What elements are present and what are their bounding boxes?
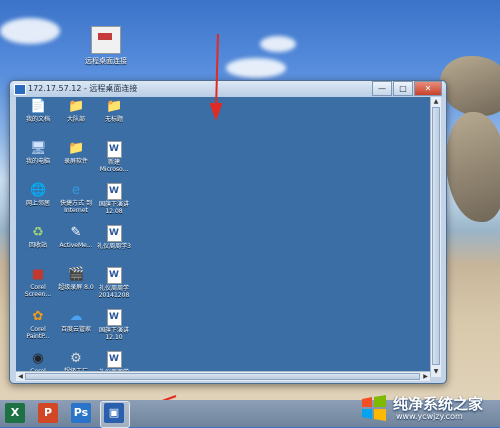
remote-desktop-item-label: 国旗下演讲 12.08 [98, 201, 129, 215]
word-document-icon: W [106, 141, 122, 158]
remote-desktop-item-label: 礼仪周周学3 [97, 243, 131, 250]
remote-desktop-item[interactable]: 📁 录屏软件 [56, 141, 96, 165]
scroll-down-icon[interactable]: ▼ [431, 367, 441, 377]
remote-desktop-window: 172.17.57.12 - 远程桌面连接 — □ ✕ 📄 我的文档 📁 大队部 📁 无标… [9, 80, 447, 384]
cloud [226, 58, 286, 78]
cloud [0, 18, 60, 44]
word-document-icon: W [106, 309, 122, 326]
remote-desktop-item[interactable]: ■ Corel Screen... [18, 267, 58, 298]
remote-desktop-item-label: 大队部 [66, 116, 85, 123]
windows-logo-icon [362, 395, 386, 421]
folder-icon: 📁 [106, 99, 123, 114]
watermark-url: www.ycwjzy.com [396, 412, 463, 421]
watermark-text: 纯净系统之家 [393, 395, 484, 413]
word-document-icon: W [106, 267, 122, 284]
scroll-left-icon[interactable]: ◀ [16, 372, 25, 381]
remote-desktop-item-label: 超级录屏 8.0 [58, 284, 94, 291]
remote-desktop-item-label: ActiveMe... [59, 242, 93, 249]
word-document-icon: W [106, 351, 122, 368]
powerpoint-icon[interactable]: P [38, 403, 58, 423]
desktop-shortcut[interactable]: 远程桌面连接 [78, 26, 134, 66]
watermark: 纯净系统之家 www.ycwjzy.com [360, 392, 495, 424]
corel-paint-icon: ✿ [32, 309, 44, 324]
remote-desktop-item[interactable]: 📁 无标题 [94, 99, 134, 123]
network-icon: 🌐 [30, 183, 47, 198]
excel-icon[interactable]: X [5, 403, 25, 423]
remote-desktop-icon [14, 84, 26, 95]
remote-desktop-item-label: 录屏软件 [63, 158, 88, 165]
cloud [260, 36, 296, 52]
my-computer-icon: 🖥 [30, 141, 47, 156]
remote-desktop-item[interactable]: 🌐 网上邻居 [18, 183, 58, 207]
remote-desktop-item-label: 百度云管家 [60, 326, 91, 333]
window-title: 172.17.57.12 - 远程桌面连接 [28, 84, 138, 93]
my-documents-icon: 📄 [30, 99, 47, 114]
remote-desktop-item-label: 新建 Microso... [99, 159, 129, 173]
folder-icon: 📁 [68, 99, 85, 114]
horizontal-scrollbar[interactable]: ◀ ▶ [16, 371, 430, 381]
screen-recorder-icon: 🎬 [68, 267, 85, 282]
remote-desktop-item-label: Corel Screen... [24, 284, 52, 298]
vertical-scrollbar[interactable]: ▲ ▼ [430, 97, 441, 377]
remote-desktop-shortcut-icon [91, 26, 121, 54]
remote-desktop-item[interactable]: ♻ 回收站 [18, 225, 58, 249]
scroll-right-icon[interactable]: ▶ [421, 372, 430, 381]
baidu-cloud-icon: ☁ [69, 309, 83, 324]
remote-desktop-item[interactable]: 🎬 超级录屏 8.0 [56, 267, 96, 291]
rock [446, 112, 500, 222]
horizontal-scroll-thumb[interactable] [25, 373, 420, 380]
remote-desktop-item-label: 网上邻居 [25, 200, 50, 207]
remote-desktop-item[interactable]: W 国旗下演讲 12.10 [94, 309, 134, 341]
remote-desktop-item[interactable]: e 快捷方式 到 Internet [56, 183, 96, 214]
minimize-button[interactable]: — [372, 81, 392, 96]
remote-desktop-item[interactable]: W 礼仪周周学3 [94, 225, 134, 250]
close-button[interactable]: ✕ [414, 81, 442, 96]
photoshop-icon[interactable]: Ps [71, 403, 91, 423]
corel-icon: ◉ [32, 351, 44, 366]
remote-desktop-item[interactable]: W 礼仪周周学 20141208 [94, 267, 134, 299]
remote-desktop-item-label: 我的电脑 [25, 158, 50, 165]
remote-desktop-item-label: 我的文档 [25, 116, 50, 123]
activeme-icon: ✎ [70, 225, 82, 240]
remote-desktop-item-label: Corel PaintP... [26, 326, 50, 340]
recycle-bin-icon: ♻ [32, 225, 44, 240]
remote-desktop-item[interactable]: 📁 大队部 [56, 99, 96, 123]
remote-desktop-item-label: 国旗下演讲 12.10 [98, 327, 129, 341]
remote-desktop-item-label: 回收站 [28, 242, 47, 249]
vertical-scroll-thumb[interactable] [432, 107, 440, 365]
scroll-up-icon[interactable]: ▲ [431, 97, 441, 107]
folder-icon: 📁 [68, 141, 85, 156]
desktop-shortcut-label: 远程桌面连接 [85, 57, 127, 65]
remote-desktop-taskbar-icon[interactable]: ▣ [104, 403, 124, 423]
title-bar[interactable]: 172.17.57.12 - 远程桌面连接 — □ ✕ [10, 81, 446, 97]
remote-desktop-item-label: 快捷方式 到 Internet [60, 200, 92, 214]
remote-desktop-item[interactable]: ☁ 百度云管家 [56, 309, 96, 333]
rock [440, 56, 500, 116]
corel-screen-icon: ■ [31, 267, 45, 282]
word-document-icon: W [106, 225, 122, 242]
remote-desktop-area[interactable]: 📄 我的文档 📁 大队部 📁 无标题 🖥 我的电脑 📁 录屏软件 W 新建 Microso... 🌐 网上… [16, 97, 430, 377]
internet-explorer-icon: e [72, 183, 80, 198]
remote-desktop-item[interactable]: 📄 我的文档 [18, 99, 58, 123]
remote-desktop-item[interactable]: ✎ ActiveMe... [56, 225, 96, 249]
remote-desktop-item[interactable]: 🖥 我的电脑 [18, 141, 58, 165]
remote-desktop-item[interactable]: ✿ Corel PaintP... [18, 309, 58, 340]
format-factory-icon: ⚙ [70, 351, 82, 366]
remote-desktop-item[interactable]: W 新建 Microso... [94, 141, 134, 173]
word-document-icon: W [106, 183, 122, 200]
remote-desktop-item-label: 无标题 [104, 116, 123, 123]
remote-desktop-item-label: 礼仪周周学 20141208 [98, 285, 130, 299]
remote-desktop-item[interactable]: W 国旗下演讲 12.08 [94, 183, 134, 215]
maximize-button[interactable]: □ [393, 81, 413, 96]
